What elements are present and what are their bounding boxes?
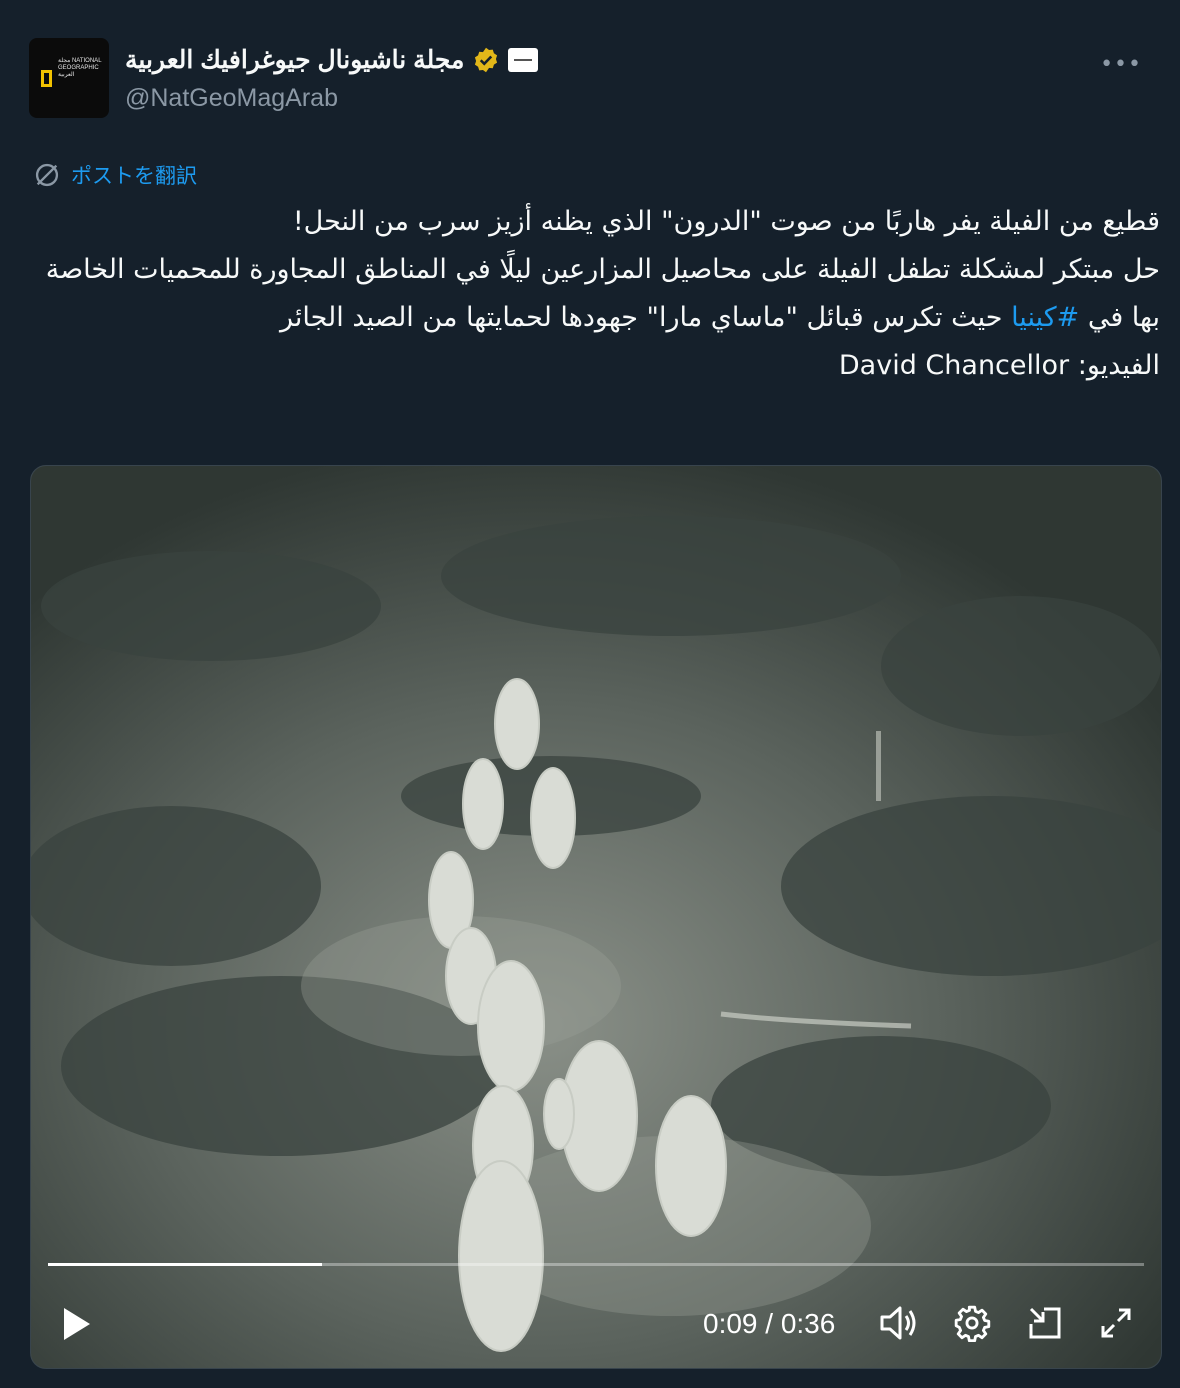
- translate-label: ポストを翻訳: [71, 164, 197, 188]
- avatar-text: مجلة NATIONAL GEOGRAPHIC العربية: [58, 58, 102, 78]
- tweet-paragraph-2: حل مبتكر لمشكلة تطفل الفيلة على محاصيل ا…: [30, 246, 1160, 342]
- credit-label: الفيديو:: [1069, 350, 1160, 381]
- tweet-text: قطيع من الفيلة يفر هاربًا من صوت "الدرون…: [30, 198, 1160, 390]
- natgeo-logo-icon: [41, 70, 52, 87]
- video-frame: [31, 466, 1161, 1368]
- video-progress-fill: [48, 1263, 322, 1266]
- affiliate-badge-icon[interactable]: [508, 48, 539, 72]
- display-name-row: مجلة ناشيونال جيوغرافيك العربية: [125, 42, 539, 78]
- tweet-line-1: قطيع من الفيلة يفر هاربًا من صوت "الدرون…: [292, 206, 1160, 237]
- picture-in-picture-icon[interactable]: [1026, 1304, 1064, 1342]
- video-progress-bar[interactable]: [48, 1263, 1144, 1266]
- translate-post-link[interactable]: ポストを翻訳: [33, 160, 197, 190]
- settings-gear-icon[interactable]: [953, 1304, 991, 1342]
- video-controls: 0:09 / 0:36: [31, 1296, 1161, 1356]
- fullscreen-icon[interactable]: [1099, 1306, 1133, 1340]
- video-player[interactable]: 0:09 / 0:36: [30, 465, 1162, 1369]
- hashtag-link[interactable]: #كينيا: [1011, 302, 1079, 333]
- volume-icon[interactable]: [879, 1304, 919, 1342]
- translate-icon: [35, 163, 59, 187]
- avatar[interactable]: مجلة NATIONAL GEOGRAPHIC العربية: [29, 38, 109, 118]
- post-header: مجلة NATIONAL GEOGRAPHIC العربية مجلة نا…: [29, 38, 1160, 118]
- video-time: 0:09 / 0:36: [703, 1308, 836, 1339]
- account-names: مجلة ناشيونال جيوغرافيك العربية @NatGeoM…: [125, 42, 539, 113]
- verified-badge-icon[interactable]: [472, 46, 500, 74]
- play-icon[interactable]: [61, 1306, 93, 1342]
- account-handle[interactable]: @NatGeoMagArab: [125, 84, 538, 113]
- credit-name: David Chancellor: [838, 350, 1070, 381]
- display-name[interactable]: مجلة ناشيونال جيوغرافيك العربية: [125, 45, 464, 75]
- more-options-button[interactable]: •••: [1100, 52, 1142, 77]
- tweet-line-2-rest: حيث تكرس قبائل "ماساي مارا" جهودها لحماي…: [279, 302, 1012, 333]
- tweet-credit: الفيديو: David Chancellor: [30, 342, 1160, 390]
